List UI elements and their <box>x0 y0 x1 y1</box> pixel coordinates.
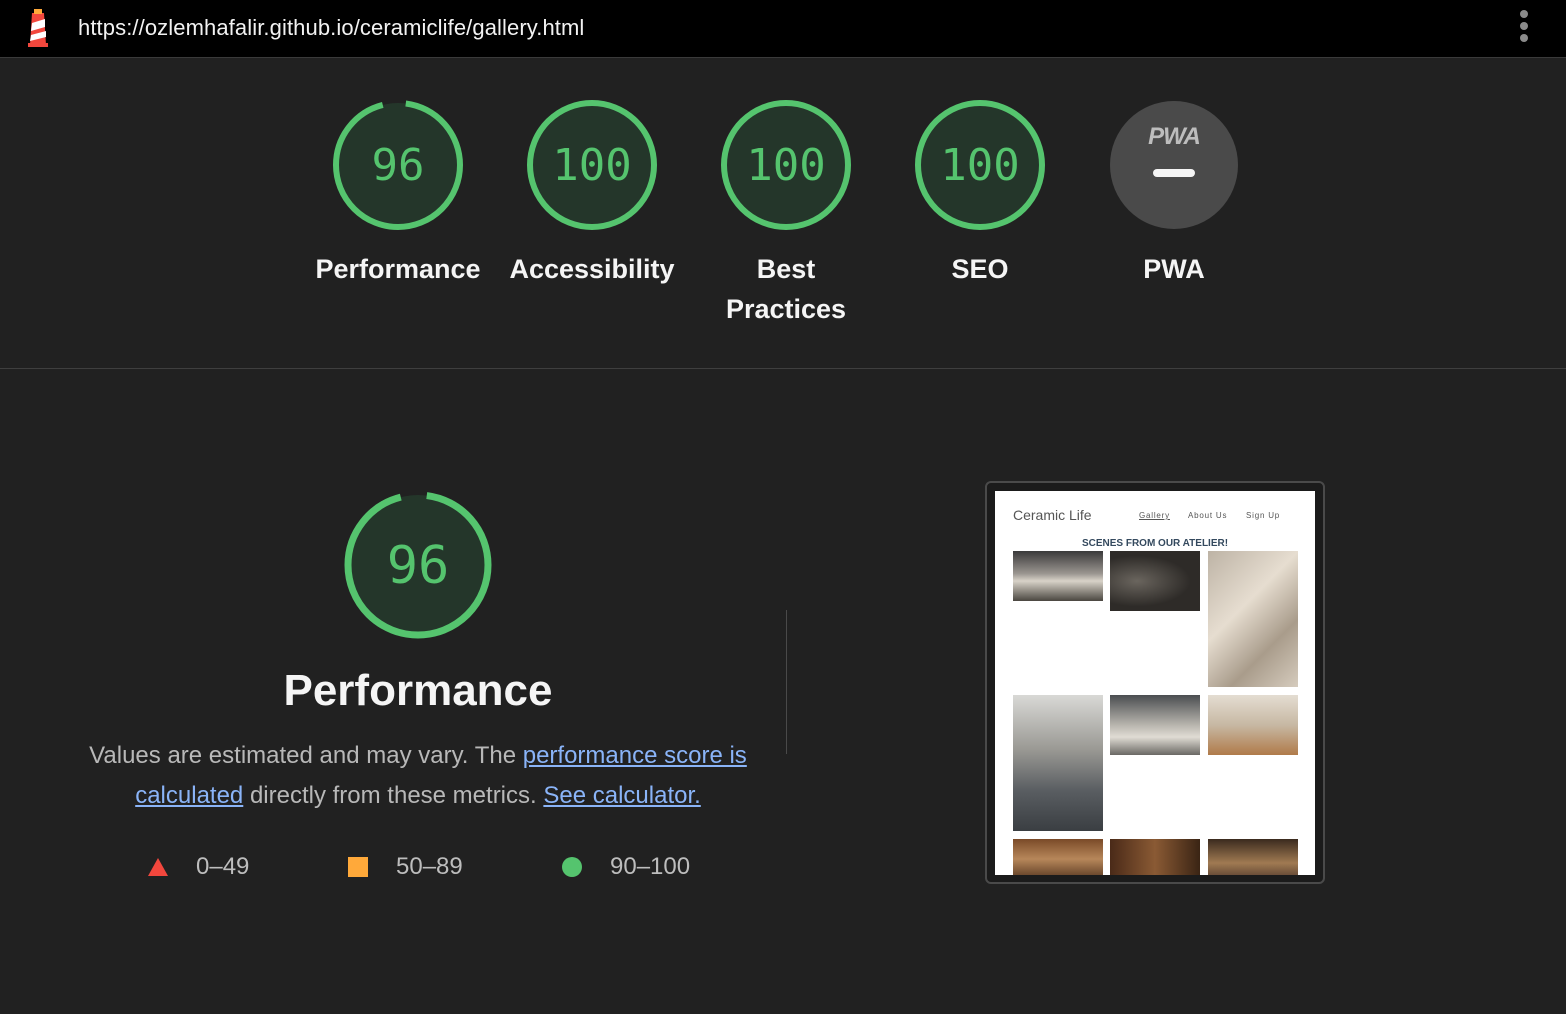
url-text: https://ozlemhafalir.github.io/ceramicli… <box>78 15 585 40</box>
final-screenshot[interactable]: Ceramic Life Gallery About Us Sign Up SC… <box>985 481 1325 884</box>
gauge-label: Performance <box>315 254 481 284</box>
legend-fail: 0–49 <box>148 850 249 884</box>
gauge-score: 96 <box>372 140 425 191</box>
legend-average-label: 50–89 <box>396 853 463 880</box>
gauge-label-line: Practices <box>725 294 847 324</box>
legend-pass-label: 90–100 <box>610 853 691 880</box>
top-bar: https://ozlemhafalir.github.io/ceramicli… <box>0 0 1566 58</box>
gauge-pwa[interactable]: PWA PWA <box>1084 99 1264 289</box>
desc-text: directly from these metrics. <box>243 782 544 809</box>
gauge-label: SEO <box>951 254 1009 284</box>
score-gauge: 100 <box>721 100 851 230</box>
gauge-label-line: Best <box>756 254 816 284</box>
site-nav-about: About Us <box>1188 511 1228 520</box>
gallery-photo <box>1013 551 1103 601</box>
score-gauge: 96 <box>333 100 463 230</box>
score-gauge: 100 <box>527 100 657 230</box>
kebab-menu-icon[interactable] <box>1514 10 1534 46</box>
site-nav-signup: Sign Up <box>1246 511 1281 520</box>
gallery-photo <box>1110 551 1200 611</box>
gallery-photo <box>1013 695 1103 831</box>
gauge-score: 100 <box>940 140 1019 191</box>
site-nav-gallery: Gallery <box>1139 511 1170 520</box>
performance-score: 96 <box>387 536 450 596</box>
legend-average: 50–89 <box>348 850 463 884</box>
pwa-dash-icon <box>1153 169 1195 177</box>
average-square-icon <box>348 857 368 877</box>
gallery-photo <box>1110 695 1200 755</box>
performance-section: 96 Performance Values are estimated and … <box>80 490 756 816</box>
section-divider <box>786 610 787 754</box>
site-heading: SCENES FROM OUR ATELIER! <box>1081 538 1229 549</box>
desc-text: Values are estimated and may vary. The <box>89 742 523 769</box>
gallery-photo <box>1110 839 1200 875</box>
gauge-score: 100 <box>552 140 631 191</box>
gallery-photo <box>1208 839 1298 875</box>
gauge-label: Best Practices <box>696 249 876 329</box>
gauge-seo[interactable]: 100 SEO <box>890 99 1070 289</box>
pwa-badge-text: PWA <box>1148 123 1201 150</box>
lighthouse-icon <box>28 9 48 47</box>
pass-circle-icon <box>562 857 582 877</box>
gauge-label: Accessibility <box>509 254 675 284</box>
performance-description: Values are estimated and may vary. The p… <box>80 736 756 816</box>
score-legend: 0–49 50–89 90–100 <box>140 850 740 884</box>
gauge-best-practices[interactable]: 100 Best Practices <box>696 99 876 329</box>
gallery-photo <box>1208 551 1298 687</box>
performance-title: Performance <box>283 666 553 715</box>
gallery-photo <box>1208 695 1298 755</box>
gauge-label: PWA <box>1143 254 1205 284</box>
performance-gauge: 96 <box>344 491 492 639</box>
fail-triangle-icon <box>148 858 168 876</box>
category-summary: 96 Performance 100 Accessibility 100 Bes… <box>0 59 1566 369</box>
legend-pass: 90–100 <box>562 850 690 884</box>
pwa-badge: PWA <box>1110 101 1238 229</box>
gauge-score: 100 <box>746 140 825 191</box>
score-gauge: 100 <box>915 100 1045 230</box>
see-calculator-link[interactable]: See calculator. <box>543 782 700 809</box>
gallery-photo <box>1013 839 1103 875</box>
gauge-accessibility[interactable]: 100 Accessibility <box>502 99 682 289</box>
legend-fail-label: 0–49 <box>196 853 250 880</box>
site-logo: Ceramic Life <box>1013 507 1092 523</box>
screenshot-page: Ceramic Life Gallery About Us Sign Up SC… <box>995 491 1315 875</box>
gauge-performance[interactable]: 96 Performance <box>308 99 488 289</box>
